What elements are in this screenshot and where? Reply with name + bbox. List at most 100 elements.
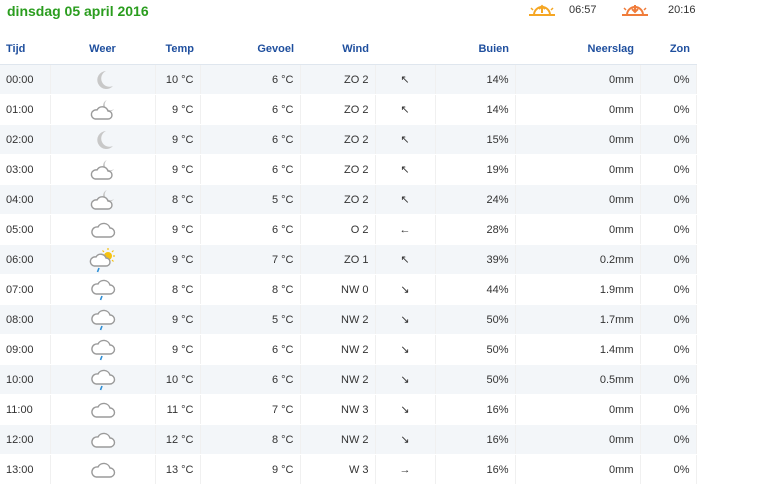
- cell-time: 09:00: [0, 334, 51, 365]
- table-row: 01:00 9 °C 6 °C ZO 2 ↖ 14% 0mm 0%: [0, 94, 697, 125]
- cell-weather-icon: [50, 274, 156, 305]
- cell-temp: 9 °C: [155, 94, 201, 125]
- page-title: dinsdag 05 april 2016: [7, 3, 149, 19]
- wind-direction-arrow-icon: →: [375, 454, 436, 485]
- cloud-rain-icon: [57, 277, 149, 303]
- cell-wind: ZO 2: [300, 184, 376, 215]
- cell-precipitation: 0mm: [515, 64, 641, 95]
- cell-temp: 9 °C: [155, 304, 201, 335]
- cell-sun: 0%: [640, 154, 697, 185]
- col-header-weather: Weer: [50, 34, 155, 65]
- wind-direction-arrow-icon: ↘: [375, 334, 436, 365]
- cell-feels: 7 °C: [200, 394, 301, 425]
- cell-precipitation: 1.4mm: [515, 334, 641, 365]
- cell-time: 07:00: [0, 274, 51, 305]
- cell-sun: 0%: [640, 274, 697, 305]
- table-row: 11:00 11 °C 7 °C NW 3 ↘ 16% 0mm 0%: [0, 394, 697, 425]
- cell-time: 12:00: [0, 424, 51, 455]
- cell-sun: 0%: [640, 214, 697, 245]
- wind-direction-arrow-icon: ↖: [375, 244, 436, 275]
- cloud-icon: [57, 429, 149, 451]
- moon-icon: [57, 128, 149, 152]
- cell-sun: 0%: [640, 184, 697, 215]
- cell-precipitation: 0mm: [515, 184, 641, 215]
- cell-feels: 6 °C: [200, 154, 301, 185]
- cell-feels: 5 °C: [200, 184, 301, 215]
- cell-precipitation: 0mm: [515, 214, 641, 245]
- table-row: 07:00 8 °C 8 °C NW 0 ↘ 44% 1.9mm 0%: [0, 274, 697, 305]
- cell-weather-icon: [50, 304, 156, 335]
- moon-icon: [57, 68, 149, 92]
- col-header-wind: Wind: [300, 34, 375, 65]
- cell-showers: 24%: [435, 184, 516, 215]
- cell-time: 00:00: [0, 64, 51, 95]
- cloud-icon: [57, 459, 149, 481]
- cell-sun: 0%: [640, 364, 697, 395]
- wind-direction-arrow-icon: ↘: [375, 424, 436, 455]
- cell-time: 02:00: [0, 124, 51, 155]
- cell-precipitation: 0.5mm: [515, 364, 641, 395]
- wind-direction-arrow-icon: ↘: [375, 274, 436, 305]
- cell-wind: NW 3: [300, 394, 376, 425]
- table-row: 06:00 9 °C 7 °C ZO 1 ↖ 39% 0.2mm 0%: [0, 244, 697, 275]
- cell-time: 10:00: [0, 364, 51, 395]
- cloud-rain-icon: [57, 367, 149, 393]
- cell-temp: 9 °C: [155, 154, 201, 185]
- cell-feels: 5 °C: [200, 304, 301, 335]
- cell-sun: 0%: [640, 64, 697, 95]
- cell-sun: 0%: [640, 124, 697, 155]
- col-header-showers: Buien: [435, 34, 515, 65]
- cloud-icon: [57, 399, 149, 421]
- cell-showers: 19%: [435, 154, 516, 185]
- cell-time: 01:00: [0, 94, 51, 125]
- cell-sun: 0%: [640, 94, 697, 125]
- table-row: 09:00 9 °C 6 °C NW 2 ↘ 50% 1.4mm 0%: [0, 334, 697, 365]
- cell-showers: 14%: [435, 94, 516, 125]
- wind-direction-arrow-icon: ↖: [375, 94, 436, 125]
- cloud-icon: [57, 219, 149, 241]
- cell-showers: 15%: [435, 124, 516, 155]
- cell-precipitation: 1.7mm: [515, 304, 641, 335]
- cell-wind: W 3: [300, 454, 376, 485]
- table-row: 13:00 13 °C 9 °C W 3 → 16% 0mm 0%: [0, 454, 697, 485]
- cell-wind: ZO 2: [300, 64, 376, 95]
- cell-sun: 0%: [640, 334, 697, 365]
- cell-showers: 16%: [435, 424, 516, 455]
- cell-sun: 0%: [640, 244, 697, 275]
- table-row: 02:00 9 °C 6 °C ZO 2 ↖ 15% 0mm 0%: [0, 124, 697, 155]
- cell-precipitation: 0mm: [515, 94, 641, 125]
- col-header-feels: Gevoel: [200, 34, 300, 65]
- cloud-moon-icon: [57, 158, 149, 182]
- wind-direction-arrow-icon: ↖: [375, 64, 436, 95]
- cell-sun: 0%: [640, 454, 697, 485]
- cell-showers: 14%: [435, 64, 516, 95]
- cell-feels: 6 °C: [200, 124, 301, 155]
- cell-showers: 50%: [435, 304, 516, 335]
- cloud-moon-icon: [57, 188, 149, 212]
- cell-temp: 9 °C: [155, 214, 201, 245]
- sunset-time: 20:16: [668, 4, 696, 16]
- cell-time: 08:00: [0, 304, 51, 335]
- cell-weather-icon: [50, 124, 156, 155]
- table-row: 03:00 9 °C 6 °C ZO 2 ↖ 19% 0mm 0%: [0, 154, 697, 185]
- table-row: 04:00 8 °C 5 °C ZO 2 ↖ 24% 0mm 0%: [0, 184, 697, 215]
- wind-direction-arrow-icon: ↖: [375, 184, 436, 215]
- cloud-moon-icon: [57, 98, 149, 122]
- cell-temp: 10 °C: [155, 364, 201, 395]
- cell-precipitation: 0mm: [515, 454, 641, 485]
- sunrise-info: 06:57: [527, 0, 597, 20]
- cell-weather-icon: [50, 364, 156, 395]
- cell-time: 04:00: [0, 184, 51, 215]
- cell-wind: ZO 2: [300, 124, 376, 155]
- wind-direction-arrow-icon: ←: [375, 214, 436, 245]
- cell-precipitation: 0.2mm: [515, 244, 641, 275]
- table-header-row: Tijd Weer Temp Gevoel Wind Buien Neersla…: [0, 34, 696, 65]
- cell-precipitation: 1.9mm: [515, 274, 641, 305]
- cell-temp: 8 °C: [155, 274, 201, 305]
- cell-time: 13:00: [0, 454, 51, 485]
- cell-showers: 16%: [435, 394, 516, 425]
- col-header-precipitation: Neerslag: [515, 34, 640, 65]
- cell-feels: 6 °C: [200, 64, 301, 95]
- cell-showers: 50%: [435, 364, 516, 395]
- wind-direction-arrow-icon: ↘: [375, 364, 436, 395]
